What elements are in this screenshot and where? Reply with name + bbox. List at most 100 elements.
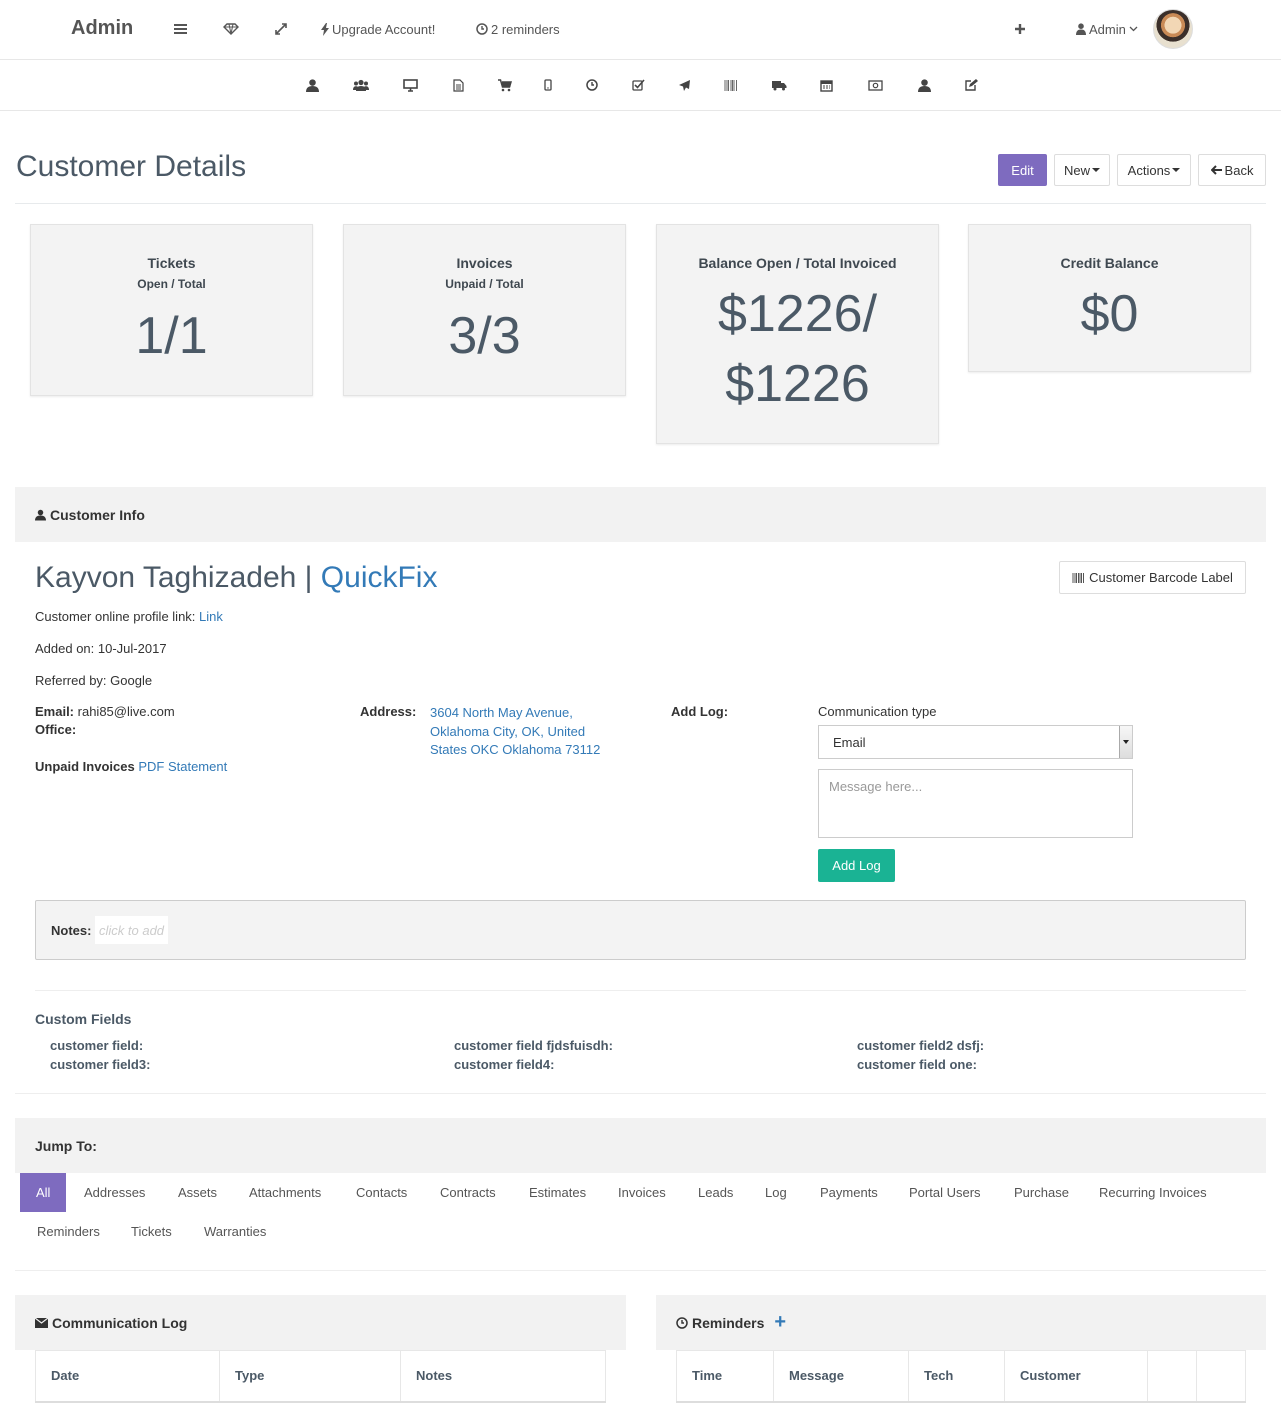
back-button[interactable]: Back [1198,154,1266,186]
custom-field-label: customer field one: [857,1057,977,1072]
mobile-icon[interactable] [540,77,556,93]
tab-payments[interactable]: Payments [804,1173,894,1212]
customer-name-heading: Kayvon Taghizadeh | QuickFix [35,561,437,595]
menu-toggle-icon[interactable] [174,19,188,39]
unpaid-invoices-row: Unpaid Invoices PDF Statement [35,759,227,774]
caret-down-icon [1172,168,1181,172]
tab-contacts[interactable]: Contacts [340,1173,423,1212]
stat-subtitle: Unpaid / Total [445,277,524,291]
tab-estimates[interactable]: Estimates [513,1173,602,1212]
column-header[interactable]: Date [35,1350,220,1403]
tab-recurring-invoices[interactable]: Recurring Invoices [1083,1173,1223,1212]
column-header [1196,1350,1246,1403]
money-icon[interactable] [867,77,883,93]
communication-log-header: Communication Log [15,1295,626,1350]
message-textarea[interactable]: Message here... [818,769,1133,838]
upgrade-link[interactable]: Upgrade Account! [321,19,435,39]
check-square-icon[interactable] [630,77,646,93]
new-button[interactable]: New [1054,154,1110,186]
diamond-icon[interactable] [223,19,239,39]
barcode-label: Customer Barcode Label [1089,570,1233,585]
tab-log[interactable]: Log [749,1173,803,1212]
email-row: Email: rahi85@live.com [35,704,175,719]
office-label: Office: [35,722,77,737]
fullscreen-icon[interactable] [274,19,288,39]
stat-title: Tickets [147,255,196,271]
stat-value: $1226 [725,355,870,413]
avatar[interactable] [1153,9,1193,49]
clock-icon [676,1316,688,1329]
company-link[interactable]: QuickFix [321,561,438,594]
notes-label: Notes: [51,923,92,938]
reminders-link[interactable]: 2 reminders [476,19,560,39]
tab-portal-users[interactable]: Portal Users [893,1173,997,1212]
jump-to-header: Jump To: [15,1118,1266,1173]
custom-field-label: customer field4: [454,1057,555,1072]
envelope-icon [35,1317,48,1328]
profile-link[interactable]: Link [199,609,223,624]
profile-link-row: Customer online profile link: Link [35,609,223,624]
tab-attachments[interactable]: Attachments [233,1173,337,1212]
user-menu[interactable]: Admin [1076,19,1138,39]
tab-contracts[interactable]: Contracts [424,1173,512,1212]
stat-invoices: Invoices Unpaid / Total 3/3 [343,224,626,396]
stat-value: 1/1 [135,307,208,365]
pdf-statement-link[interactable]: PDF Statement [138,759,227,774]
user-icon [1076,23,1086,35]
arrow-left-icon [1210,165,1222,175]
tab-all[interactable]: All [20,1173,67,1212]
calendar-icon[interactable] [818,77,834,93]
truck-icon[interactable] [771,77,787,93]
stat-balance: Balance Open / Total Invoiced $1226/ $12… [656,224,939,444]
chevron-down-icon [1129,26,1138,32]
plus-icon[interactable] [1014,19,1026,39]
stat-title: Balance Open / Total Invoiced [698,255,897,271]
custom-field-label: customer field3: [50,1057,151,1072]
notes-editable[interactable]: click to add [95,916,169,944]
user-icon[interactable] [304,77,320,93]
clock-icon[interactable] [584,77,600,93]
column-header[interactable]: Notes [400,1350,606,1403]
column-header[interactable]: Tech [908,1350,1005,1403]
add-log-button[interactable]: Add Log [818,849,895,882]
tab-addresses[interactable]: Addresses [68,1173,161,1212]
column-header[interactable]: Time [676,1350,774,1403]
actions-label: Actions [1127,162,1171,178]
brand-title[interactable]: Admin [71,17,133,40]
barcode-icon [1072,572,1085,583]
column-header[interactable]: Message [773,1350,909,1403]
desktop-icon[interactable] [402,77,418,93]
custom-field-label: customer field2 dsfj: [857,1038,985,1053]
panel-title: Communication Log [52,1314,188,1331]
user-alt-icon[interactable] [916,77,932,93]
customer-barcode-button[interactable]: Customer Barcode Label [1059,561,1246,594]
column-header[interactable]: Customer [1004,1350,1148,1403]
column-header[interactable]: Type [219,1350,401,1403]
tab-reminders[interactable]: Reminders [21,1212,116,1251]
barcode-icon[interactable] [723,77,739,93]
users-icon[interactable] [353,77,369,93]
referred-by: Referred by: Google [35,673,153,688]
tab-warranties[interactable]: Warranties [188,1212,282,1251]
communication-type-label: Communication type [818,704,937,719]
tab-leads[interactable]: Leads [682,1173,749,1212]
new-label: New [1063,162,1090,178]
plane-icon[interactable] [676,77,692,93]
edit-button[interactable]: Edit [998,154,1047,186]
add-log-label: Add Log [832,858,881,873]
cart-icon[interactable] [497,77,513,93]
tab-invoices[interactable]: Invoices [602,1173,682,1212]
custom-field-label: customer field fjdsfuisdh: [454,1038,613,1053]
edit-icon[interactable] [963,77,979,93]
panel-title: Reminders [692,1314,765,1331]
file-icon[interactable] [450,77,466,93]
add-reminder-plus-icon[interactable]: + [774,1311,786,1334]
clock-icon [476,23,488,35]
tab-purchase[interactable]: Purchase [998,1173,1085,1212]
tab-tickets[interactable]: Tickets [115,1212,188,1251]
actions-button[interactable]: Actions [1117,154,1191,186]
table-header-row: Time Message Tech Customer [676,1350,1246,1403]
tab-assets[interactable]: Assets [162,1173,233,1212]
address-link[interactable]: 3604 North May Avenue, Oklahoma City, OK… [430,704,600,760]
communication-type-select[interactable]: Email [818,725,1133,759]
